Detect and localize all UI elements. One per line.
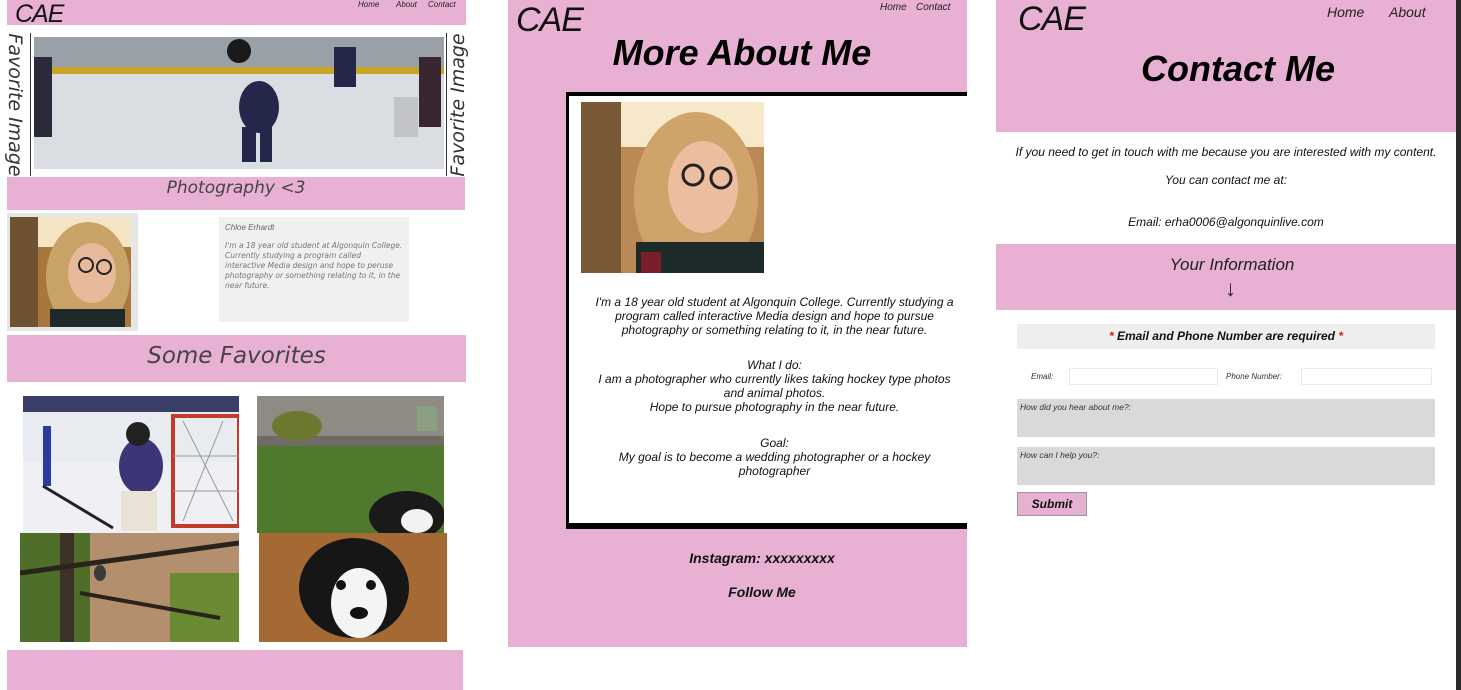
contact-title: Contact Me (1140, 48, 1335, 89)
home-nav-home[interactable]: Home (358, 0, 379, 9)
submit-button[interactable]: Submit (1017, 492, 1087, 516)
phone-label: Phone Number: (1226, 372, 1283, 381)
bio-text: I'm a 18 year old student at Algonquin C… (225, 241, 403, 290)
favorite-tree-bird-photo (20, 533, 239, 642)
profile-photo-frame (7, 213, 138, 331)
contact-logo[interactable]: CAE (1018, 0, 1086, 39)
favorites-band: Some Favorites (7, 335, 466, 382)
about-intro: I'm a 18 year old student at Algonquin C… (595, 295, 954, 337)
about-goal-text: My goal is to become a wedding photograp… (618, 450, 931, 478)
help-field[interactable]: How can I help you?: (1017, 447, 1435, 485)
photography-label: Photography <3 (166, 178, 306, 198)
contact-nav-about[interactable]: About (1389, 4, 1426, 20)
contact-reach-line: You can contact me at: (1164, 173, 1288, 187)
favorite-image-side-left: Favorite Image (0, 33, 31, 176)
photography-band: Photography <3 (7, 177, 465, 210)
help-label: How can I help you?: (1020, 450, 1100, 460)
about-card: I'm a 18 year old student at Algonquin C… (566, 92, 967, 529)
phone-field[interactable] (1301, 368, 1432, 385)
about-what-heading: What I do: (747, 358, 802, 372)
about-what-text: I am a photographer who currently likes … (598, 372, 951, 400)
favorite-image-label-right: Favorite Image (446, 32, 469, 177)
favorite-image-label-left: Favorite Image (4, 32, 26, 177)
hear-about-field[interactable]: How did you hear about me?: (1017, 399, 1435, 437)
about-goal-heading: Goal: (760, 436, 789, 450)
instagram-handle[interactable]: Instagram: xxxxxxxxx (508, 550, 1016, 566)
arrow-down-icon: ↓ (1225, 276, 1236, 301)
bio-name: Chloe Erhardt (225, 223, 275, 232)
required-notice: * Email and Phone Number are required * (1017, 324, 1435, 349)
favorite-dog-yard-photo (257, 396, 444, 533)
email-field[interactable] (1069, 368, 1218, 385)
your-information-title: Your Information (1169, 255, 1295, 274)
favorite-goalie-photo (23, 396, 239, 533)
email-label: Email: (1031, 372, 1054, 381)
follow-me-link[interactable]: Follow Me (508, 584, 1016, 600)
home-logo[interactable]: CAE (15, 0, 64, 29)
about-nav-home[interactable]: Home (880, 2, 907, 13)
favorite-dog-closeup-photo (259, 533, 447, 642)
bio-card: Chloe Erhardt I'm a 18 year old student … (219, 217, 409, 322)
required-text: Email and Phone Number are required (1113, 329, 1339, 343)
about-title: More About Me (612, 32, 872, 73)
contact-email-line[interactable]: Email: erha0006@algonquinlive.com (996, 215, 1456, 229)
about-profile-photo (581, 102, 764, 273)
contact-intro-line: If you need to get in touch with me beca… (1015, 145, 1437, 159)
required-star-right: * (1338, 329, 1344, 343)
hear-about-label: How did you hear about me?: (1020, 402, 1132, 412)
about-what-text-2: Hope to pursue photography in the near f… (649, 400, 900, 414)
home-nav-about[interactable]: About (396, 0, 417, 9)
home-nav-contact[interactable]: Contact (428, 0, 456, 9)
profile-photo-small (10, 217, 131, 327)
window-edge-scrollbar[interactable] (1456, 0, 1461, 690)
favorite-image-side-right: Favorite Image (446, 32, 469, 177)
contact-nav-home[interactable]: Home (1327, 4, 1364, 20)
about-nav-contact[interactable]: Contact (916, 2, 950, 13)
favorite-hockey-photo (34, 37, 444, 169)
favorites-title: Some Favorites (147, 343, 326, 369)
home-footer (7, 650, 463, 690)
